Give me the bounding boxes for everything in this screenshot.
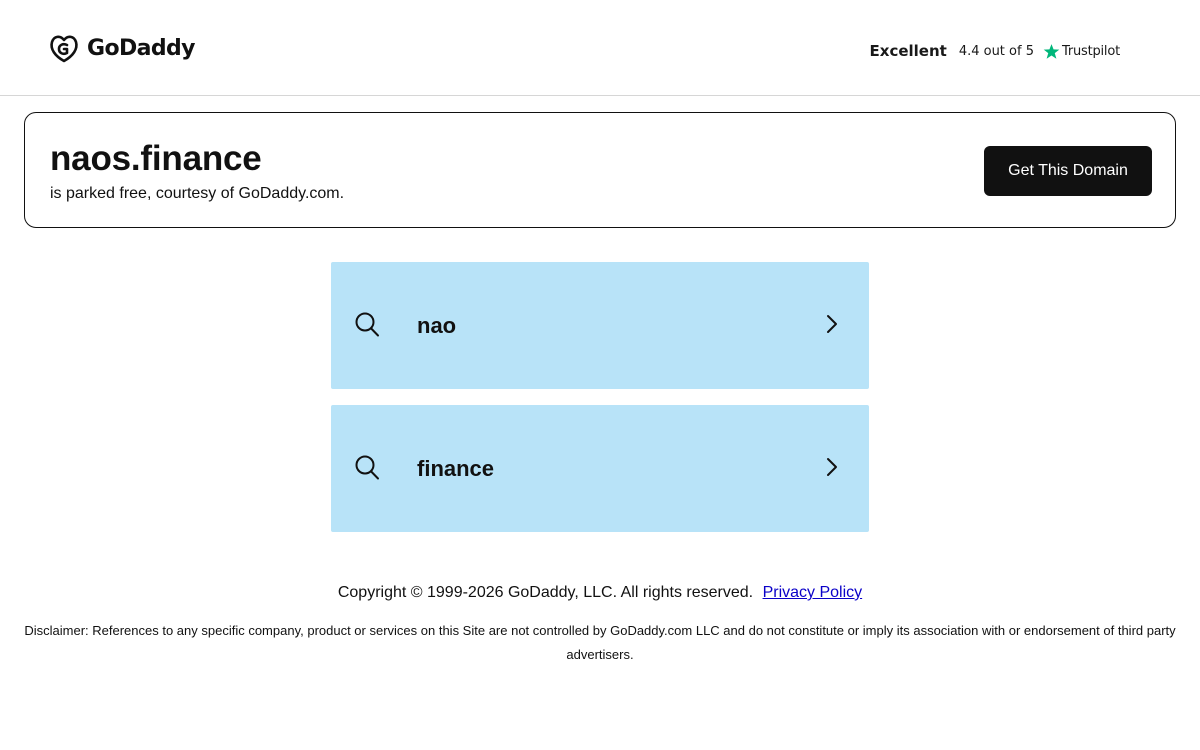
search-suggestion-finance[interactable]: finance bbox=[331, 405, 869, 532]
footer-disclaimer: Disclaimer: References to any specific c… bbox=[24, 623, 1176, 662]
domain-name: naos.finance bbox=[50, 139, 262, 178]
trustpilot-label: Excellent bbox=[869, 42, 947, 60]
domain-card: naos.finance is parked free, courtesy of… bbox=[24, 112, 1176, 228]
search-icon bbox=[355, 312, 379, 337]
suggestion-label: nao bbox=[417, 313, 457, 338]
search-icon bbox=[355, 455, 379, 480]
chevron-right-icon bbox=[827, 315, 837, 333]
trustpilot-brand: Trustpilot bbox=[1061, 43, 1120, 59]
chevron-right-icon bbox=[827, 458, 837, 476]
parked-subtitle: is parked free, courtesy of GoDaddy.com. bbox=[50, 185, 345, 202]
trustpilot-rating: 4.4 out of 5 bbox=[958, 43, 1034, 59]
logo-wordmark: GoDaddy bbox=[87, 35, 196, 61]
suggestion-label: finance bbox=[417, 456, 495, 481]
copyright-text: Copyright © 1999-2026 GoDaddy, LLC. All … bbox=[337, 584, 754, 601]
get-this-domain-button[interactable]: Get This Domain bbox=[984, 146, 1152, 196]
search-suggestion-nao[interactable]: nao bbox=[331, 262, 869, 389]
godaddy-logo-icon bbox=[50, 35, 78, 63]
trustpilot-star-icon bbox=[1043, 43, 1060, 59]
privacy-policy-link[interactable]: Privacy Policy bbox=[763, 584, 863, 601]
site-header: GoDaddy Excellent 4.4 out of 5 Trustpilo… bbox=[0, 0, 1200, 96]
godaddy-logo[interactable]: GoDaddy bbox=[47, 31, 196, 65]
trustpilot-widget[interactable]: Excellent 4.4 out of 5 Trustpilot bbox=[869, 40, 1121, 62]
footer-copyright: Copyright © 1999-2026 GoDaddy, LLC. All … bbox=[0, 584, 1200, 602]
